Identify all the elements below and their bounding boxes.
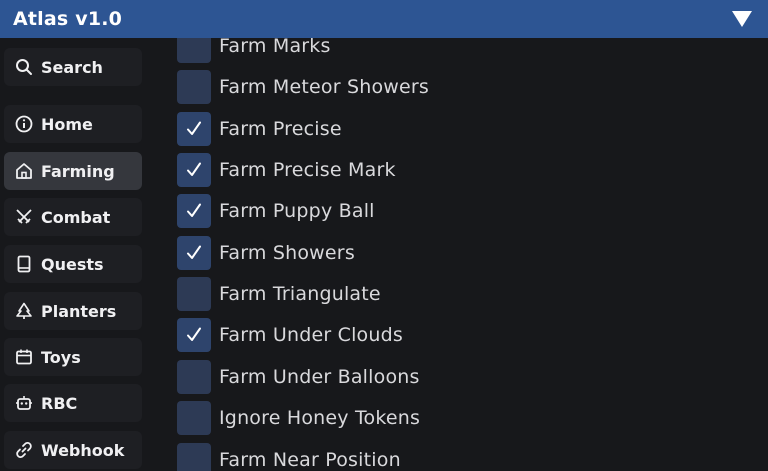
sidebar-item-quests[interactable]: Quests <box>4 245 142 283</box>
search-icon <box>14 57 34 77</box>
sidebar: Search Home Farming Combat Quests Plante… <box>0 38 152 471</box>
checkmark-icon <box>184 160 204 180</box>
checkbox[interactable] <box>177 153 211 188</box>
sidebar-item-label: Combat <box>41 207 111 227</box>
checkbox[interactable] <box>177 277 211 312</box>
toggle-row[interactable]: Farm Marks <box>177 38 331 64</box>
checkbox[interactable] <box>177 318 211 353</box>
checkbox[interactable] <box>177 401 211 436</box>
sidebar-item-farming[interactable]: Farming <box>4 152 142 190</box>
sidebar-item-label: Webhook <box>41 440 125 460</box>
book-icon <box>14 254 34 274</box>
toggle-row[interactable]: Farm Near Position <box>177 442 401 471</box>
sidebar-item-home[interactable]: Home <box>4 105 142 143</box>
checkmark-icon <box>184 325 204 345</box>
sidebar-item-toys[interactable]: Toys <box>4 338 142 376</box>
sidebar-item-label: Toys <box>41 347 81 367</box>
checkbox[interactable] <box>177 442 211 471</box>
toggle-label: Farm Triangulate <box>219 283 381 306</box>
sidebar-item-rbc[interactable]: RBC <box>4 384 142 422</box>
sidebar-item-combat[interactable]: Combat <box>4 198 142 236</box>
calendar-icon <box>14 347 34 367</box>
toggle-label: Farm Precise Mark <box>219 159 396 182</box>
tree-icon <box>14 301 34 321</box>
toggle-row[interactable]: Farm Puppy Ball <box>177 193 375 229</box>
checkbox[interactable] <box>177 359 211 394</box>
toggle-label: Farm Near Position <box>219 448 401 471</box>
checkmark-icon <box>184 119 204 139</box>
triangle-down-icon[interactable] <box>730 7 754 31</box>
checkmark-icon <box>184 201 204 221</box>
sidebar-item-label: RBC <box>41 393 78 413</box>
toggle-label: Farm Precise <box>219 117 342 140</box>
checkmark-icon <box>184 243 204 263</box>
checkbox[interactable] <box>177 194 211 229</box>
checkbox[interactable] <box>177 38 211 63</box>
toggle-label: Ignore Honey Tokens <box>219 407 421 430</box>
house-icon <box>14 161 34 181</box>
toggle-label: Farm Showers <box>219 241 355 264</box>
sidebar-item-planters[interactable]: Planters <box>4 292 142 330</box>
sidebar-item-webhook[interactable]: Webhook <box>4 431 142 469</box>
robot-icon <box>14 393 34 413</box>
window-title: Atlas v1.0 <box>13 8 123 30</box>
sidebar-item-label: Farming <box>41 161 115 181</box>
toggle-row[interactable]: Farm Precise <box>177 111 342 147</box>
toggle-row[interactable]: Farm Precise Mark <box>177 152 396 188</box>
checkbox[interactable] <box>177 235 211 270</box>
toggle-row[interactable]: Farm Triangulate <box>177 276 381 312</box>
info-icon <box>14 114 34 134</box>
sidebar-item-label: Home <box>41 114 93 134</box>
toggle-row[interactable]: Ignore Honey Tokens <box>177 400 420 436</box>
checkbox[interactable] <box>177 111 211 146</box>
toggle-row[interactable]: Farm Meteor Showers <box>177 69 429 105</box>
toggle-label: Farm Meteor Showers <box>219 76 430 99</box>
toggle-label: Farm Under Clouds <box>219 324 403 347</box>
crossed-swords-icon <box>14 207 34 227</box>
toggle-label: Farm Puppy Ball <box>219 200 375 223</box>
sidebar-search-button[interactable]: Search <box>4 48 142 86</box>
sidebar-item-label: Quests <box>41 254 104 274</box>
checkbox[interactable] <box>177 70 211 105</box>
title-bar: Atlas v1.0 <box>0 0 768 38</box>
toggle-row[interactable]: Farm Under Balloons <box>177 359 420 395</box>
farming-options-panel: Farm Marks Farm Meteor Showers Farm Precis… <box>152 38 768 471</box>
toggle-label: Farm Marks <box>219 38 331 57</box>
toggle-row[interactable]: Farm Under Clouds <box>177 317 403 353</box>
sidebar-search-label: Search <box>41 57 103 77</box>
toggle-row[interactable]: Farm Showers <box>177 235 355 271</box>
link-icon <box>14 440 34 460</box>
toggle-label: Farm Under Balloons <box>219 365 420 388</box>
sidebar-item-label: Planters <box>41 301 117 321</box>
